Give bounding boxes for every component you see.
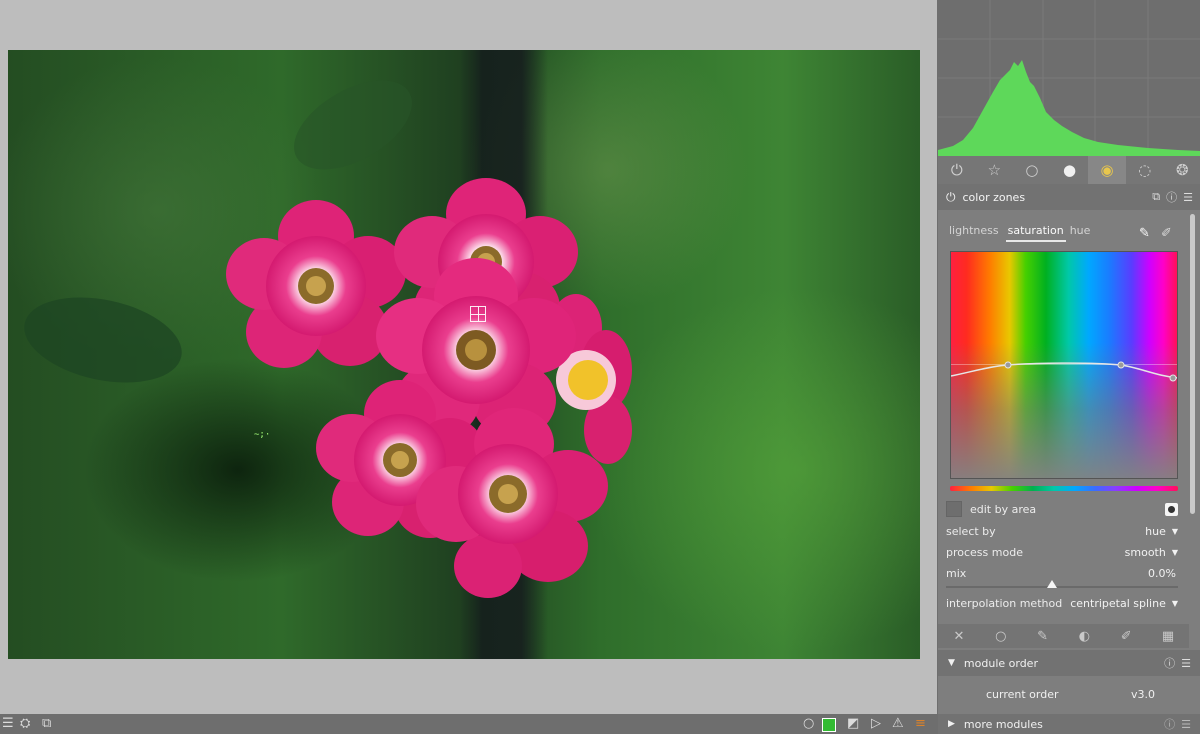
module-power-icon[interactable]: ⏻ <box>946 190 956 205</box>
reset-icon[interactable]: ⓘ <box>1164 655 1175 671</box>
presets-icon[interactable]: ☰ <box>1181 657 1191 670</box>
uniform-blend-icon[interactable]: ○ <box>980 624 1022 648</box>
tone-group-icon[interactable]: ● <box>1051 156 1089 184</box>
drawn-mask-icon[interactable]: ✎ <box>1022 624 1064 648</box>
effects-group-icon[interactable]: ❂ <box>1163 156 1200 184</box>
raster-mask-icon[interactable]: ▦ <box>1147 624 1189 648</box>
interpolation-method-value[interactable]: centripetal spline <box>1070 597 1166 610</box>
warning-icon[interactable]: ⚠ <box>892 716 904 731</box>
module-title: color zones <box>962 190 1026 204</box>
chevron-down-icon: ▼ <box>1171 527 1178 536</box>
presets-icon[interactable]: ☰ <box>1181 718 1191 731</box>
flower-cluster <box>226 178 632 598</box>
module-group-tabs: ⏻ ☆ ○ ● ◉ ◌ ❂ <box>938 156 1200 184</box>
base-group-icon[interactable]: ○ <box>1013 156 1051 184</box>
process-mode-row[interactable]: process mode smooth ▼ <box>946 546 1178 559</box>
multi-instance-icon[interactable]: ⧉ <box>1152 190 1160 204</box>
curve-overlay <box>951 361 1177 382</box>
blend-off-icon[interactable]: ✕ <box>938 624 980 648</box>
edit-by-area-checkbox[interactable] <box>946 501 962 517</box>
drawn-parametric-mask-icon[interactable]: ✐ <box>1105 624 1147 648</box>
process-mode-label: process mode <box>946 546 1023 559</box>
photo-canvas[interactable]: ~;· <box>8 50 920 659</box>
presets-icon[interactable]: ☰ <box>1183 191 1193 204</box>
center-view: ~;· <box>0 0 937 714</box>
color-assessment-icon[interactable] <box>822 718 836 732</box>
mix-slider-handle[interactable] <box>1047 580 1057 588</box>
tab-saturation[interactable]: saturation <box>1005 224 1066 242</box>
color-zones-body: lightness saturation hue ✎ ✐ edit by are… <box>938 210 1189 624</box>
mix-value[interactable]: 0.0% <box>1148 567 1176 580</box>
module-order-title: module order <box>963 656 1038 670</box>
guides-icon[interactable]: ≡ <box>915 716 926 731</box>
select-by-label: select by <box>946 525 996 538</box>
mix-label: mix <box>946 567 967 580</box>
reset-icon[interactable]: ⓘ <box>1164 716 1175 732</box>
softproof-icon[interactable]: ▷ <box>871 716 881 731</box>
right-panel: ⏻ ☆ ○ ● ◉ ◌ ❂ ⏻ color zones ⧉ ⓘ ☰ lightn… <box>937 0 1200 734</box>
tab-hue[interactable]: hue <box>1070 224 1094 242</box>
chevron-down-icon: ▼ <box>1171 599 1178 608</box>
current-order-value: v3.0 <box>1131 688 1156 701</box>
color-picker-cursor[interactable] <box>470 306 486 322</box>
bottom-toolbar: ☰ ⛭ ⧉ ○ ◩ ▷ ⚠ ≡ <box>0 714 937 734</box>
tab-lightness[interactable]: lightness <box>949 224 1002 242</box>
color-zones-curve-graph[interactable] <box>950 251 1178 479</box>
color-group-icon[interactable]: ◉ <box>1088 156 1126 184</box>
second-window-icon[interactable]: ⧉ <box>42 716 51 731</box>
expand-triangle-icon: ▶ <box>948 719 955 729</box>
styles-icon[interactable]: ⛭ <box>20 716 30 731</box>
module-order-body: current order v3.0 <box>938 676 1200 712</box>
bulb-icon[interactable]: ○ <box>803 716 814 731</box>
select-by-value[interactable]: hue <box>1145 525 1166 538</box>
histogram[interactable] <box>938 0 1200 156</box>
chevron-down-icon: ▼ <box>1171 548 1178 557</box>
blend-mode-bar: ✕ ○ ✎ ◐ ✐ ▦ <box>938 624 1189 648</box>
menu-icon[interactable]: ☰ <box>2 716 14 731</box>
current-order-label: current order <box>986 688 1059 701</box>
parametric-mask-icon[interactable]: ◐ <box>1063 624 1105 648</box>
curve-channel-tabs: lightness saturation hue <box>949 224 1097 242</box>
more-modules-title: more modules <box>963 717 1043 731</box>
gamut-check-icon[interactable]: ◩ <box>847 716 859 731</box>
edit-by-area-label: edit by area <box>970 502 1037 516</box>
panel-scrollbar[interactable] <box>1190 214 1195 514</box>
more-modules-header[interactable]: ▶ more modules ⓘ ☰ <box>938 714 1200 734</box>
picker-marker-icon: ~;· <box>254 430 271 440</box>
mix-slider-track[interactable] <box>946 586 1178 588</box>
color-picker-icon[interactable]: ✎ <box>1139 226 1150 241</box>
area-picker-icon[interactable]: ✐ <box>1161 226 1172 241</box>
display-mask-toggle[interactable] <box>1165 502 1178 516</box>
color-zones-header[interactable]: ⏻ color zones ⧉ ⓘ ☰ <box>938 184 1200 210</box>
select-by-row[interactable]: select by hue ▼ <box>946 525 1178 538</box>
interpolation-method-label: interpolation method <box>946 597 1063 610</box>
interpolation-method-row[interactable]: interpolation method centripetal spline … <box>946 597 1178 610</box>
reset-icon[interactable]: ⓘ <box>1166 189 1177 205</box>
module-order-header[interactable]: ▼ module order ⓘ ☰ <box>938 650 1200 676</box>
hue-strip <box>950 486 1178 491</box>
mix-row[interactable]: mix 0.0% <box>946 567 1178 580</box>
correct-group-icon[interactable]: ◌ <box>1126 156 1164 184</box>
active-modules-icon[interactable]: ⏻ <box>938 156 976 184</box>
collapse-triangle-icon: ▼ <box>948 658 955 668</box>
favorites-icon[interactable]: ☆ <box>976 156 1014 184</box>
process-mode-value[interactable]: smooth <box>1125 546 1166 559</box>
edit-by-area-row[interactable]: edit by area <box>946 501 1178 517</box>
